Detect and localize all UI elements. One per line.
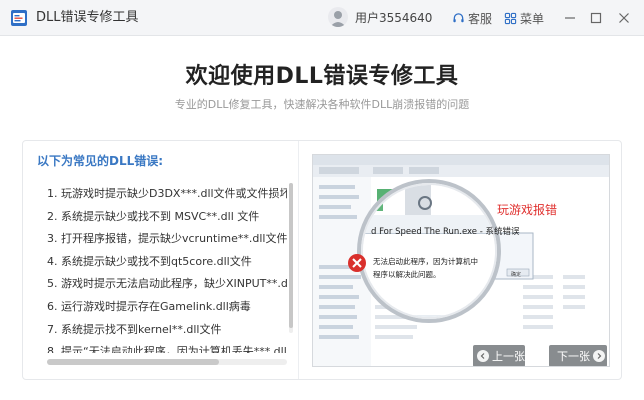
- minimize-button[interactable]: [560, 8, 580, 28]
- horizontal-scroll-thumb[interactable]: [47, 359, 219, 365]
- customer-service-button[interactable]: 客服: [452, 8, 492, 28]
- list-item[interactable]: 3. 打开程序报错，提示缺少vcruntime**.dll文件: [47, 228, 287, 251]
- dialog-ok-label: 确定: [511, 272, 522, 278]
- page-subtitle: 专业的DLL修复工具，快速解决各种软件DLL崩溃报错的问题: [174, 98, 470, 111]
- common-errors-panel: 以下为常见的DLL错误: 1. 玩游戏时提示缺少D3DX***.dll文件或文件…: [23, 141, 299, 379]
- list-item[interactable]: 4. 系统提示缺少或找不到qt5core.dll文件: [47, 251, 287, 274]
- close-button[interactable]: [614, 8, 634, 28]
- title-bar: DLL错误专修工具 用户3554640 客服 菜单: [0, 0, 644, 36]
- menu-button[interactable]: 菜单: [504, 8, 544, 28]
- error-message-line2: 程序以解决此问题。: [373, 270, 441, 279]
- customer-service-label: 客服: [468, 11, 493, 26]
- previous-slide-label: 上一张: [492, 350, 525, 363]
- error-x-icon: [348, 254, 366, 272]
- next-slide-button[interactable]: 下一张: [549, 345, 607, 366]
- error-message-line1: 无法启动此程序，因为计算机中: [373, 257, 478, 266]
- app-title: DLL错误专修工具: [36, 10, 139, 25]
- chevron-left-icon: [477, 350, 489, 362]
- avatar[interactable]: [328, 7, 348, 27]
- errors-heading: 以下为常见的DLL错误:: [37, 154, 164, 168]
- minimize-icon: [565, 17, 575, 19]
- error-example-carousel: d For Speed The Run.exe - 系统错误 无法启动此程序，因…: [312, 154, 610, 367]
- close-icon: [619, 13, 629, 23]
- vertical-scroll-thumb[interactable]: [289, 183, 293, 328]
- next-slide-label: 下一张: [557, 350, 590, 363]
- headset-icon: [453, 12, 464, 22]
- vertical-scrollbar[interactable]: [289, 183, 293, 333]
- page-title: 欢迎使用DLL错误专修工具: [185, 64, 459, 89]
- list-item[interactable]: 5. 游戏时提示无法启动此程序，缺少XINPUT**.dll: [47, 273, 287, 296]
- user-avatar-icon: [330, 11, 346, 27]
- list-item[interactable]: 7. 系统提示找不到kernel**.dll文件: [47, 319, 287, 342]
- list-item[interactable]: 8. 提示“无法启动此程序，因为计算机丢失***.dll”: [47, 341, 287, 353]
- horizontal-scrollbar[interactable]: [47, 359, 287, 365]
- username[interactable]: 用户3554640: [355, 10, 432, 26]
- app-logo-icon: [11, 10, 27, 26]
- chevron-right-icon: [593, 350, 605, 362]
- errors-list[interactable]: 1. 玩游戏时提示缺少D3DX***.dll文件或文件损坏 2. 系统提示缺少或…: [47, 183, 287, 353]
- maximize-icon: [590, 12, 602, 24]
- menu-label: 菜单: [520, 11, 545, 26]
- previous-slide-button[interactable]: 上一张: [473, 345, 525, 366]
- list-item[interactable]: 6. 运行游戏时提示存在Gamelink.dll病毒: [47, 296, 287, 319]
- list-item[interactable]: 2. 系统提示缺少或找不到 MSVC**.dll 文件: [47, 206, 287, 229]
- maximize-button[interactable]: [586, 8, 606, 28]
- list-item[interactable]: 1. 玩游戏时提示缺少D3DX***.dll文件或文件损坏: [47, 183, 287, 206]
- content-card: 以下为常见的DLL错误: 1. 玩游戏时提示缺少D3DX***.dll文件或文件…: [22, 140, 622, 380]
- dialog-title-text: d For Speed The Run.exe - 系统错误: [371, 227, 520, 237]
- carousel-caption: 玩游戏报错: [497, 203, 558, 217]
- grid-menu-icon: [504, 12, 517, 24]
